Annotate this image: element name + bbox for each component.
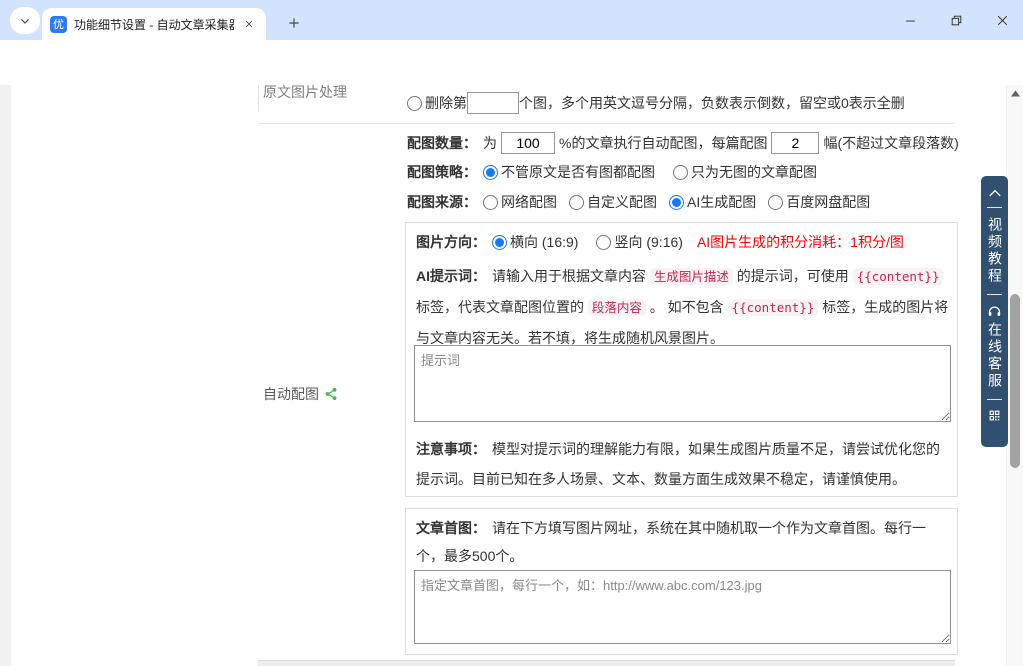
- per-article-count-input[interactable]: [771, 132, 819, 154]
- count-seg3: 幅(不超过文章段落数): [823, 133, 958, 153]
- first-image-box: 文章首图：请在下方填写图片网址，系统在其中随机取一个作为文章首图。每行一个，最多…: [405, 508, 958, 655]
- table-border: [258, 85, 259, 112]
- share-icon[interactable]: [324, 387, 338, 401]
- row-divider: [258, 123, 955, 124]
- source-label: 配图来源：: [407, 192, 477, 212]
- strategy-all-radio[interactable]: [483, 165, 498, 180]
- tab-title: 功能细节设置 - 自动文章采集器: [74, 16, 234, 33]
- landscape-radio[interactable]: [492, 235, 507, 250]
- delete-nth-radio[interactable]: [407, 96, 422, 111]
- source-baidu-label[interactable]: 百度网盘配图: [786, 192, 870, 212]
- strategy-row: 配图策略： 不管原文是否有图都配图 只为无图的文章配图: [407, 162, 817, 182]
- auto-image-label: 自动配图: [263, 384, 338, 404]
- panel-divider: [987, 294, 1002, 295]
- percent-input[interactable]: [501, 132, 555, 154]
- delete-nth-input[interactable]: [467, 92, 519, 114]
- source-custom-radio[interactable]: [569, 195, 584, 210]
- online-service-link[interactable]: 在线客服: [987, 322, 1002, 390]
- new-tab-button[interactable]: [280, 9, 308, 37]
- browser-tab-strip: 优 功能细节设置 - 自动文章采集器: [0, 0, 1023, 40]
- strategy-noimage-label[interactable]: 只为无图的文章配图: [691, 162, 817, 182]
- code-span: 段落内容: [588, 299, 646, 316]
- panel-divider: [987, 399, 1002, 400]
- source-baidu-radio[interactable]: [768, 195, 783, 210]
- ai-prompt-description: AI提示词：请输入用于根据文章内容 生成图片描述 的提示词，可使用 {{cont…: [416, 261, 952, 353]
- scroll-up-arrow-icon[interactable]: [1011, 90, 1020, 97]
- window-restore-button[interactable]: [936, 6, 976, 34]
- headset-icon[interactable]: [987, 304, 1002, 319]
- ai-image-settings-box: 图片方向： 横向 (16:9) 竖向 (9:16) AI图片生成的积分消耗：1积…: [405, 222, 958, 497]
- source-web-radio[interactable]: [483, 195, 498, 210]
- first-image-textarea[interactable]: [414, 570, 951, 644]
- portrait-radio[interactable]: [596, 235, 611, 250]
- video-tutorial-link[interactable]: 视频教程: [987, 217, 1002, 285]
- delete-image-row: 删除第 个图，多个用英文逗号分隔，负数表示倒数，留空或0表示全删: [407, 92, 905, 114]
- strategy-all-label[interactable]: 不管原文是否有图都配图: [501, 162, 655, 182]
- strategy-noimage-radio[interactable]: [673, 165, 688, 180]
- window-minimize-button[interactable]: [890, 6, 930, 34]
- portrait-label[interactable]: 竖向 (9:16): [614, 232, 682, 252]
- source-ai-radio[interactable]: [669, 195, 684, 210]
- auto-image-label-text: 自动配图: [263, 384, 319, 404]
- count-label: 配图数量：: [407, 133, 477, 153]
- direction-label: 图片方向：: [416, 232, 486, 252]
- code-span: 生成图片描述: [650, 268, 733, 285]
- minimize-icon: [904, 14, 917, 27]
- close-icon: [996, 14, 1009, 27]
- tab-search-button[interactable]: [10, 7, 40, 34]
- settings-page: 原文图片处理 删除第 个图，多个用英文逗号分隔，负数表示倒数，留空或0表示全删 …: [0, 85, 1023, 666]
- window-close-button[interactable]: [982, 6, 1022, 34]
- browser-tab[interactable]: 优 功能细节设置 - 自动文章采集器: [42, 8, 266, 40]
- qr-code-icon[interactable]: [988, 409, 1001, 422]
- code-span: {{content}}: [728, 299, 819, 316]
- delete-prefix-text: 删除第: [425, 93, 467, 113]
- strategy-label: 配图策略：: [407, 162, 477, 182]
- scrollbar-thumb[interactable]: [1010, 294, 1020, 468]
- page-left-gutter: [0, 85, 11, 666]
- original-image-label: 原文图片处理: [263, 82, 347, 102]
- delete-suffix-text: 个图，多个用英文逗号分隔，负数表示倒数，留空或0表示全删: [519, 93, 905, 113]
- source-web-label[interactable]: 网络配图: [501, 192, 557, 212]
- panel-divider: [987, 207, 1002, 208]
- credit-cost-note: AI图片生成的积分消耗：1积分/图: [697, 232, 904, 252]
- plus-icon: [287, 16, 301, 30]
- browser-toolbar: ucaiyun.com/caiji/settings/ 井: [0, 40, 1023, 85]
- floating-help-panel: 视频教程 在线客服: [981, 176, 1008, 447]
- source-ai-label[interactable]: AI生成配图: [687, 192, 756, 212]
- back-to-top-icon[interactable]: [988, 188, 1002, 198]
- next-section-edge: [258, 660, 955, 666]
- notice-paragraph: 注意事项：模型对提示词的理解能力有限，如果生成图片质量不足，请尝试优化您的提示词…: [416, 434, 952, 494]
- first-image-label: 文章首图：: [416, 520, 486, 536]
- first-image-description: 文章首图：请在下方填写图片网址，系统在其中随机取一个作为文章首图。每行一个，最多…: [416, 514, 952, 570]
- code-span: {{content}}: [853, 268, 944, 285]
- source-custom-label[interactable]: 自定义配图: [587, 192, 657, 212]
- tab-close-icon[interactable]: [240, 15, 258, 33]
- restore-icon: [950, 14, 963, 27]
- landscape-label[interactable]: 横向 (16:9): [510, 232, 578, 252]
- direction-row: 图片方向： 横向 (16:9) 竖向 (9:16) AI图片生成的积分消耗：1积…: [416, 232, 904, 252]
- ai-prompt-textarea[interactable]: [414, 345, 951, 422]
- site-favicon: 优: [50, 16, 67, 33]
- page-scrollbar[interactable]: [1006, 85, 1023, 666]
- count-seg2: %的文章执行自动配图，每篇配图: [559, 133, 767, 153]
- notice-label: 注意事项：: [416, 441, 486, 457]
- count-seg1: 为: [483, 133, 497, 153]
- ai-prompt-label: AI提示词：: [416, 268, 486, 284]
- chevron-down-icon: [19, 15, 31, 27]
- image-count-row: 配图数量： 为 %的文章执行自动配图，每篇配图 幅(不超过文章段落数): [407, 132, 959, 154]
- source-row: 配图来源： 网络配图 自定义配图 AI生成配图 百度网盘配图: [407, 192, 870, 212]
